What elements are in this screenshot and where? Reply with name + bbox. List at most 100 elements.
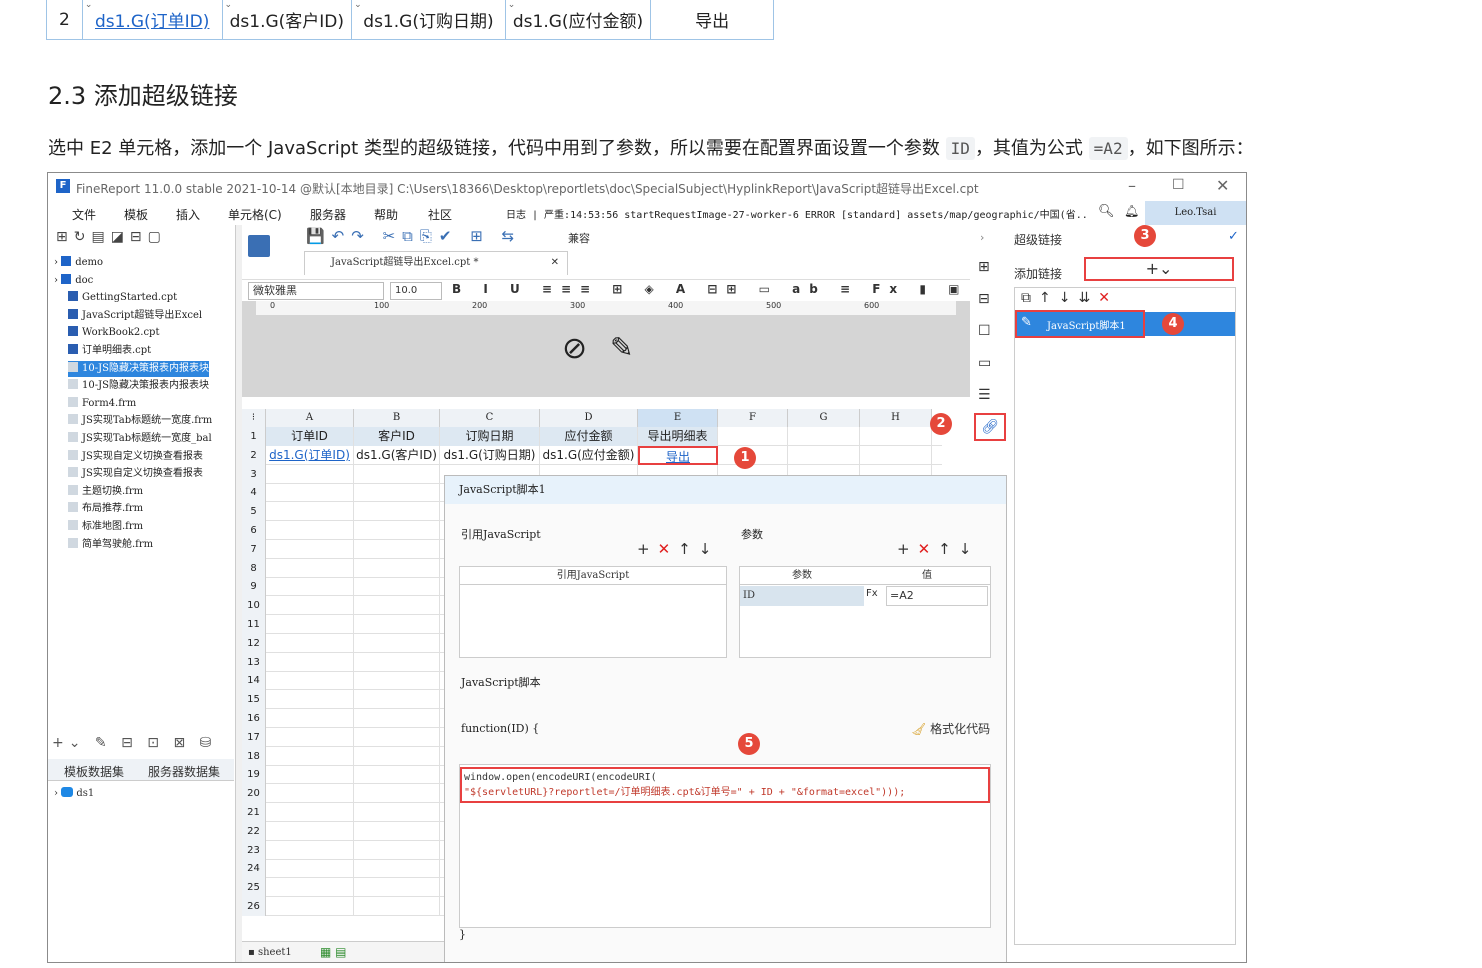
grid-cell[interactable] xyxy=(354,727,440,747)
dataset-ds1[interactable]: › ds1 xyxy=(54,787,94,799)
grid-cell[interactable] xyxy=(266,709,354,728)
row-number[interactable]: 2 xyxy=(242,445,266,465)
tree-item[interactable]: JS实现Tab标题统一宽度_bal xyxy=(68,431,212,447)
grid-cell[interactable] xyxy=(354,596,440,616)
row-number[interactable]: 11 xyxy=(242,615,266,634)
filter-icon[interactable]: ☰ xyxy=(978,387,991,403)
font-family-select[interactable]: 微软雅黑 xyxy=(248,282,384,300)
row-number[interactable]: 16 xyxy=(242,709,266,728)
tree-item[interactable]: JS实现自定义切换查看报表 xyxy=(68,466,203,482)
column-header[interactable]: E xyxy=(638,409,718,427)
row-number[interactable]: 26 xyxy=(242,897,266,916)
tab-close-icon[interactable]: ✕ xyxy=(551,252,559,274)
add-link-button[interactable]: +⌄ xyxy=(1084,257,1234,281)
grid-cell[interactable] xyxy=(266,671,354,691)
tree-item[interactable]: WorkBook2.cpt xyxy=(68,325,159,341)
grid-cell[interactable] xyxy=(354,671,440,691)
collapse-arrow-icon[interactable]: › xyxy=(980,231,984,244)
menu-cell[interactable]: 单元格(C) xyxy=(228,206,282,223)
grid-cell[interactable]: ds1.G(订购日期) xyxy=(440,445,540,465)
row-number[interactable]: 9 xyxy=(242,577,266,597)
condition-icon[interactable]: ▭ xyxy=(978,355,991,371)
grid-cell[interactable] xyxy=(354,784,440,804)
grid-cell[interactable] xyxy=(354,577,440,597)
row-number[interactable]: 1 xyxy=(242,427,266,446)
grid-cell[interactable] xyxy=(354,652,440,672)
log-bar[interactable]: 日志 | 严重:14:53:56 startRequestImage-27-wo… xyxy=(506,206,1086,221)
tree-item[interactable]: › doc xyxy=(54,273,93,289)
row-number[interactable]: 15 xyxy=(242,690,266,710)
column-header[interactable]: B xyxy=(354,409,440,427)
grid-cell[interactable] xyxy=(266,746,354,766)
menu-file[interactable]: 文件 xyxy=(72,206,96,223)
font-size-select[interactable]: 10.0 xyxy=(390,282,442,300)
row-number[interactable]: 18 xyxy=(242,746,266,766)
tree-item[interactable]: JS实现Tab标题统一宽度.frm xyxy=(68,413,212,429)
sheet-tab[interactable]: ▪ sheet1 xyxy=(248,947,292,958)
grid-cell[interactable]: 导出明细表 xyxy=(638,427,718,446)
ref-js-toolbar[interactable]: +✕↑↓ xyxy=(637,540,719,558)
row-number[interactable]: 23 xyxy=(242,840,266,860)
widget-icon[interactable]: ☐ xyxy=(978,323,991,339)
grid-cell[interactable] xyxy=(266,897,354,916)
tab-template-dataset[interactable]: 模板数据集 xyxy=(64,763,124,780)
column-header[interactable]: C xyxy=(440,409,540,427)
row-number[interactable]: 14 xyxy=(242,671,266,691)
hide-eye-icon[interactable]: ⊘ xyxy=(562,331,587,366)
grid-cell[interactable] xyxy=(266,859,354,879)
check-icon[interactable]: ✓ xyxy=(1228,229,1239,244)
link-list-toolbar[interactable]: ⧉↑↓⇊✕ xyxy=(1021,290,1118,306)
tree-item[interactable]: 10-JS隐藏决策报表内报表块 xyxy=(68,378,209,394)
grid-cell[interactable] xyxy=(266,690,354,710)
menu-community[interactable]: 社区 xyxy=(428,206,452,223)
grid-cell[interactable]: ds1.G(客户ID) xyxy=(354,445,440,465)
grid-cell[interactable] xyxy=(354,502,440,522)
grid-cell[interactable]: 导出 xyxy=(638,445,718,465)
grid-cell[interactable] xyxy=(266,727,354,747)
row-number[interactable]: 7 xyxy=(242,539,266,559)
grid-cell[interactable] xyxy=(266,596,354,616)
column-header[interactable]: A xyxy=(266,409,354,427)
grid-corner[interactable]: ⁝ xyxy=(242,409,266,427)
tree-item[interactable]: JS实现自定义切换查看报表 xyxy=(68,449,203,465)
grid-cell[interactable] xyxy=(354,709,440,728)
tree-item[interactable]: JavaScript超链导出Excel xyxy=(68,308,202,324)
row-number[interactable]: 21 xyxy=(242,803,266,822)
row-number[interactable]: 20 xyxy=(242,784,266,804)
param-value-input[interactable]: =A2 xyxy=(886,586,988,606)
grid-cell[interactable]: 应付金额 xyxy=(540,427,638,446)
close-icon[interactable]: ✕ xyxy=(1216,176,1229,195)
column-header[interactable]: F xyxy=(718,409,788,427)
grid-cell[interactable] xyxy=(788,445,860,465)
grid-cell[interactable] xyxy=(354,690,440,710)
column-header[interactable]: G xyxy=(788,409,860,427)
row-number[interactable]: 4 xyxy=(242,483,266,503)
maximize-icon[interactable]: ☐ xyxy=(1172,177,1185,193)
grid-cell[interactable]: 客户ID xyxy=(354,427,440,446)
edit-pencil-icon[interactable]: ✎ xyxy=(610,331,633,364)
bell-icon[interactable]: 🔔︎ xyxy=(1124,204,1139,218)
grid-cell[interactable] xyxy=(266,840,354,860)
grid-cell[interactable] xyxy=(266,784,354,804)
grid-cell[interactable] xyxy=(266,821,354,841)
template-tab[interactable]: JavaScript超链导出Excel.cpt * ✕ xyxy=(304,251,568,275)
grid-cell[interactable] xyxy=(354,821,440,841)
grid-cell[interactable] xyxy=(354,746,440,766)
row-number[interactable]: 8 xyxy=(242,558,266,578)
grid-cell[interactable] xyxy=(354,803,440,822)
grid-cell[interactable] xyxy=(354,558,440,578)
row-number[interactable]: 5 xyxy=(242,502,266,522)
add-sheet-icons[interactable]: ▦ ▤ xyxy=(320,945,347,959)
row-number[interactable]: 25 xyxy=(242,878,266,898)
tree-item[interactable]: › demo xyxy=(54,255,103,271)
row-number[interactable]: 13 xyxy=(242,652,266,672)
grid-cell[interactable] xyxy=(354,615,440,634)
tree-item[interactable]: GettingStarted.cpt xyxy=(68,290,177,306)
editor-toolbar[interactable]: 💾↶↷ ✂⧉⎘✔ ⊞ ⇆ xyxy=(242,225,970,253)
params-toolbar[interactable]: +✕↑↓ xyxy=(897,540,979,558)
text-style-buttons[interactable]: B I U ≡≡≡ ⊞ ◈ A ⊟⊞ ▭ ab ≡ Fx ▮ ▣ xyxy=(452,282,968,296)
grid-cell[interactable] xyxy=(266,483,354,503)
row-number[interactable]: 24 xyxy=(242,859,266,879)
menu-help[interactable]: 帮助 xyxy=(374,206,398,223)
column-header[interactable]: D xyxy=(540,409,638,427)
